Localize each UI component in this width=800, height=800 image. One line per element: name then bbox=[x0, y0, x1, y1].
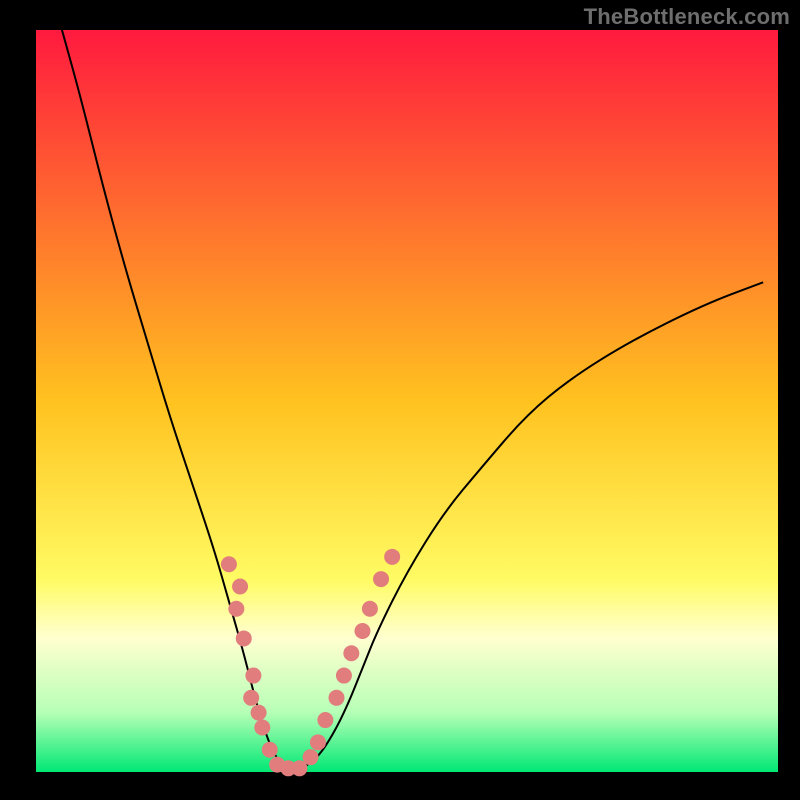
scatter-point bbox=[362, 601, 378, 617]
scatter-point bbox=[373, 571, 389, 587]
scatter-point bbox=[251, 705, 267, 721]
scatter-point bbox=[329, 690, 345, 706]
scatter-point bbox=[254, 719, 270, 735]
plot-background bbox=[36, 30, 778, 772]
scatter-point bbox=[243, 690, 259, 706]
scatter-point bbox=[354, 623, 370, 639]
chart-frame: { "watermark": "TheBottleneck.com", "cha… bbox=[0, 0, 800, 800]
scatter-point bbox=[228, 601, 244, 617]
scatter-point bbox=[343, 645, 359, 661]
scatter-point bbox=[245, 668, 261, 684]
scatter-point bbox=[336, 668, 352, 684]
scatter-point bbox=[303, 749, 319, 765]
scatter-point bbox=[317, 712, 333, 728]
scatter-point bbox=[221, 556, 237, 572]
scatter-point bbox=[236, 630, 252, 646]
bottleneck-chart bbox=[0, 0, 800, 800]
scatter-point bbox=[232, 579, 248, 595]
scatter-point bbox=[310, 734, 326, 750]
scatter-point bbox=[384, 549, 400, 565]
scatter-point bbox=[262, 742, 278, 758]
